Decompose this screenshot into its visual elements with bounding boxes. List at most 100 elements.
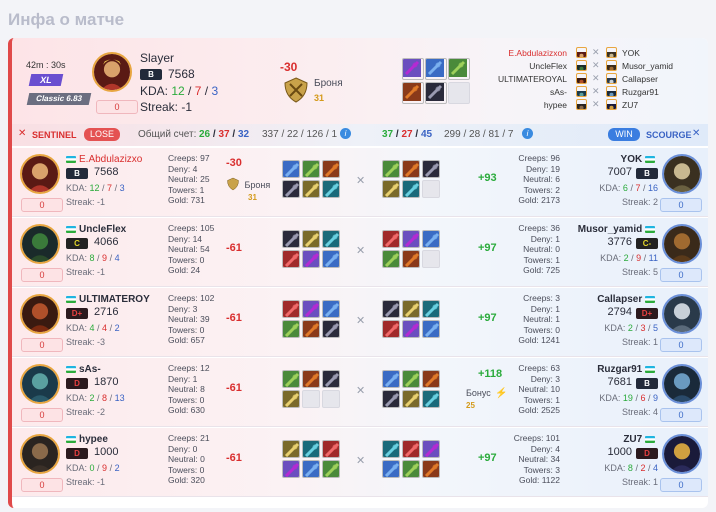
- item-icon[interactable]: [382, 320, 400, 338]
- item-icon[interactable]: [282, 320, 300, 338]
- empty-item-slot[interactable]: [422, 250, 440, 268]
- hero-avatar[interactable]: [20, 364, 60, 404]
- hero-avatar[interactable]: [662, 224, 702, 264]
- item-icon[interactable]: [302, 160, 320, 178]
- item-icon[interactable]: [422, 460, 440, 478]
- item-icon[interactable]: [302, 230, 320, 248]
- item-icon[interactable]: [422, 390, 440, 408]
- item-icon[interactable]: [322, 320, 340, 338]
- scourge-name-4[interactable]: ZU7: [622, 100, 638, 110]
- item-icon[interactable]: [302, 440, 320, 458]
- item-icon[interactable]: [402, 440, 420, 458]
- info-icon[interactable]: i: [522, 128, 533, 139]
- item-icon[interactable]: [422, 230, 440, 248]
- player-name[interactable]: Musor_yamid: [578, 224, 658, 235]
- item-icon[interactable]: [422, 370, 440, 388]
- hero-avatar[interactable]: [662, 294, 702, 334]
- item-icon[interactable]: [382, 230, 400, 248]
- player-name[interactable]: ULTIMATEROY: [66, 294, 150, 305]
- hero-avatar[interactable]: [20, 294, 60, 334]
- item-icon[interactable]: [302, 300, 320, 318]
- hero-avatar[interactable]: [20, 434, 60, 474]
- hero-avatar[interactable]: [662, 364, 702, 404]
- scourge-name-0[interactable]: YOK: [622, 48, 640, 58]
- item-icon[interactable]: [382, 440, 400, 458]
- sentinel-name-2[interactable]: ULTIMATEROYAL: [498, 74, 567, 84]
- item-icon[interactable]: [322, 440, 340, 458]
- item-icon[interactable]: [322, 160, 340, 178]
- item-icon[interactable]: [322, 250, 340, 268]
- sentinel-name-0[interactable]: E.Abdulazizxon: [508, 48, 567, 58]
- item-icon[interactable]: [402, 230, 420, 248]
- item-icon[interactable]: [302, 320, 320, 338]
- item-icon[interactable]: [402, 58, 424, 80]
- item-icon[interactable]: [422, 300, 440, 318]
- item-icon[interactable]: [322, 180, 340, 198]
- item-icon[interactable]: [382, 370, 400, 388]
- item-icon[interactable]: [382, 250, 400, 268]
- item-icon[interactable]: [402, 160, 420, 178]
- item-icon[interactable]: [382, 460, 400, 478]
- hero-avatar[interactable]: [662, 154, 702, 194]
- sentinel-name-4[interactable]: hypee: [544, 100, 567, 110]
- item-icon[interactable]: [322, 460, 340, 478]
- item-icon[interactable]: [282, 160, 300, 178]
- scourge-name-2[interactable]: Callapser: [622, 74, 658, 84]
- item-icon[interactable]: [402, 390, 420, 408]
- player-name[interactable]: YOK: [621, 154, 658, 165]
- sentinel-name-1[interactable]: UncleFlex: [529, 61, 567, 71]
- player-name[interactable]: UncleFlex: [66, 224, 126, 235]
- player-name[interactable]: hypee: [66, 434, 108, 445]
- player-name[interactable]: Slayer: [140, 51, 174, 65]
- scourge-name-1[interactable]: Musor_yamid: [622, 61, 673, 71]
- item-icon[interactable]: [322, 230, 340, 248]
- player-name[interactable]: Ruzgar91: [597, 364, 658, 375]
- item-icon[interactable]: [302, 370, 320, 388]
- item-icon[interactable]: [402, 370, 420, 388]
- player-avatar[interactable]: [92, 52, 132, 92]
- empty-item-slot[interactable]: [448, 82, 470, 104]
- item-icon[interactable]: [402, 460, 420, 478]
- item-icon[interactable]: [402, 300, 420, 318]
- player-name[interactable]: E.Abdulazizxo: [66, 154, 142, 165]
- item-icon[interactable]: [282, 370, 300, 388]
- item-icon[interactable]: [422, 440, 440, 458]
- item-icon[interactable]: [282, 250, 300, 268]
- item-icon[interactable]: [282, 390, 300, 408]
- item-icon[interactable]: [282, 460, 300, 478]
- item-icon[interactable]: [282, 300, 300, 318]
- item-icon[interactable]: [302, 460, 320, 478]
- item-icon[interactable]: [425, 82, 447, 104]
- player-name[interactable]: ZU7: [623, 434, 658, 445]
- empty-item-slot[interactable]: [322, 390, 340, 408]
- item-icon[interactable]: [282, 230, 300, 248]
- item-icon[interactable]: [382, 390, 400, 408]
- hero-avatar[interactable]: [662, 434, 702, 474]
- item-icon[interactable]: [382, 180, 400, 198]
- empty-item-slot[interactable]: [422, 180, 440, 198]
- player-name[interactable]: Callapser: [597, 294, 658, 305]
- scourge-name-3[interactable]: Ruzgar91: [622, 87, 659, 97]
- item-icon[interactable]: [282, 440, 300, 458]
- item-icon[interactable]: [402, 250, 420, 268]
- empty-item-slot[interactable]: [302, 390, 320, 408]
- item-icon[interactable]: [282, 180, 300, 198]
- item-icon[interactable]: [322, 300, 340, 318]
- item-icon[interactable]: [422, 320, 440, 338]
- item-icon[interactable]: [302, 250, 320, 268]
- hero-avatar[interactable]: [20, 224, 60, 264]
- item-icon[interactable]: [402, 320, 420, 338]
- sentinel-name-3[interactable]: sAs-: [550, 87, 567, 97]
- item-icon[interactable]: [302, 180, 320, 198]
- item-icon[interactable]: [402, 82, 424, 104]
- hero-avatar[interactable]: [20, 154, 60, 194]
- item-icon[interactable]: [448, 58, 470, 80]
- player-name[interactable]: sAs-: [66, 364, 101, 375]
- item-icon[interactable]: [382, 300, 400, 318]
- info-icon[interactable]: i: [340, 128, 351, 139]
- item-icon[interactable]: [422, 160, 440, 178]
- item-icon[interactable]: [382, 160, 400, 178]
- item-icon[interactable]: [402, 180, 420, 198]
- item-icon[interactable]: [322, 370, 340, 388]
- item-icon[interactable]: [425, 58, 447, 80]
